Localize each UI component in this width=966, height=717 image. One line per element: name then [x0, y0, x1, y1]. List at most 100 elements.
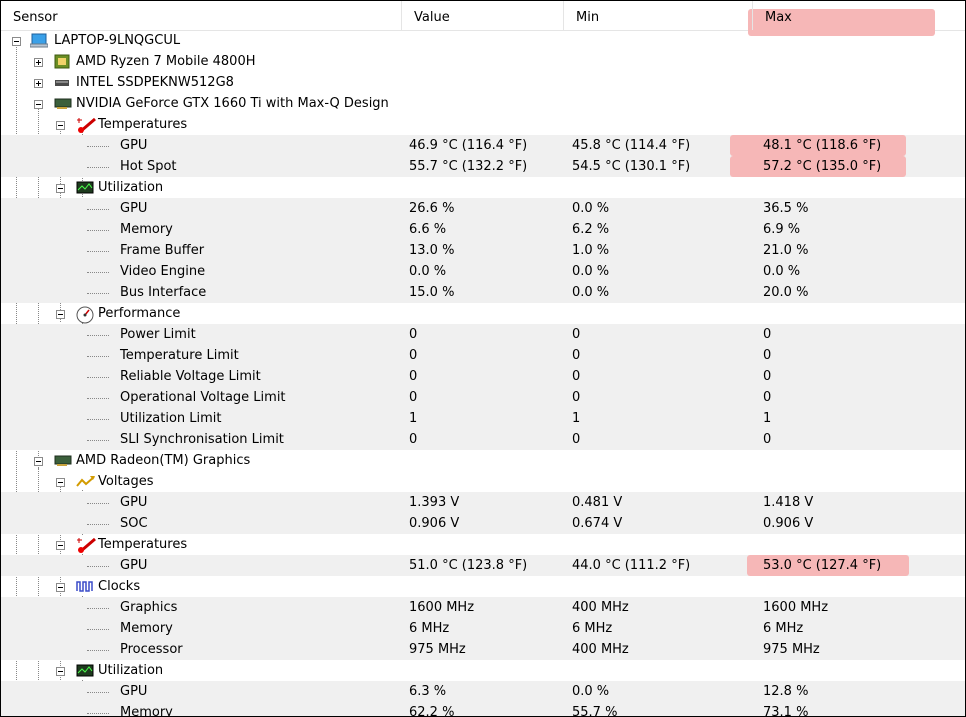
sensor-row[interactable]: Graphics 1600 MHz 400 MHz 1600 MHz [1, 597, 965, 618]
sensor-label: Voltages [98, 474, 154, 489]
sensor-row[interactable]: GPU 46.9 °C (116.4 °F) 45.8 °C (114.4 °F) 4… [1, 135, 965, 156]
tree-node[interactable]: Temperatures [1, 114, 965, 135]
graphics-card-icon [54, 96, 72, 111]
max-cell: 0 [763, 348, 772, 363]
max-cell: 0 [763, 432, 772, 447]
sensor-label: Memory [120, 621, 173, 636]
tree-node[interactable]: Voltages [1, 471, 965, 492]
max-cell: 57.2 °C (135.0 °F) [763, 159, 882, 174]
tree-branch-line [87, 398, 109, 399]
max-cell: 73.1 % [763, 705, 809, 717]
tree-branch-line [87, 503, 109, 504]
value-cell: 6.6 % [409, 222, 447, 237]
thermometer-icon [76, 117, 96, 133]
min-cell: 1.0 % [572, 243, 610, 258]
value-cell: 13.0 % [409, 243, 455, 258]
sensor-label: GPU [120, 138, 148, 153]
sensor-label: Clocks [98, 579, 141, 594]
sensor-row[interactable]: SLI Synchronisation Limit 0 0 0 [1, 429, 965, 450]
tree-node[interactable]: Utilization [1, 660, 965, 681]
sensor-label: Utilization [98, 663, 164, 678]
sensor-label: SOC [120, 516, 148, 531]
collapse-icon[interactable] [56, 667, 65, 676]
sensor-row[interactable]: Memory 62.2 % 55.7 % 73.1 % [1, 702, 965, 717]
tree-branch-line [87, 167, 109, 168]
sensor-label: GPU [120, 558, 148, 573]
tree-branch-line [87, 419, 109, 420]
tree-branch-line [87, 608, 109, 609]
value-cell: 0 [409, 369, 418, 384]
collapse-icon[interactable] [56, 541, 65, 550]
min-cell: 0.0 % [572, 264, 610, 279]
header-sensor[interactable]: Sensor [1, 1, 402, 30]
sensor-row[interactable]: Memory 6 MHz 6 MHz 6 MHz [1, 618, 965, 639]
sensor-row[interactable]: Operational Voltage Limit 0 0 0 [1, 387, 965, 408]
min-cell: 400 MHz [572, 642, 629, 657]
tree-node[interactable]: INTEL SSDPEKNW512G8 [1, 72, 965, 93]
sensor-row[interactable]: Power Limit 0 0 0 [1, 324, 965, 345]
voltage-icon [76, 474, 95, 489]
value-cell: 62.2 % [409, 705, 455, 717]
tree-node[interactable]: Temperatures [1, 534, 965, 555]
sensor-label: NVIDIA GeForce GTX 1660 Ti with Max-Q De… [76, 96, 389, 111]
tree-node[interactable]: Performance [1, 303, 965, 324]
collapse-icon[interactable] [56, 121, 65, 130]
sensor-label: Graphics [120, 600, 178, 615]
min-cell: 0 [572, 369, 581, 384]
tree-node[interactable]: AMD Ryzen 7 Mobile 4800H [1, 51, 965, 72]
tree-branch-line [87, 629, 109, 630]
header-value[interactable]: Value [402, 1, 564, 30]
collapse-icon[interactable] [56, 184, 65, 193]
sensor-row[interactable]: SOC 0.906 V 0.674 V 0.906 V [1, 513, 965, 534]
sensor-label: LAPTOP-9LNQGCUL [54, 33, 181, 48]
sensor-row[interactable]: Bus Interface 15.0 % 0.0 % 20.0 % [1, 282, 965, 303]
sensor-row[interactable]: GPU 6.3 % 0.0 % 12.8 % [1, 681, 965, 702]
tree-node[interactable]: Utilization [1, 177, 965, 198]
min-cell: 0.674 V [572, 516, 623, 531]
max-cell: 0 [763, 390, 772, 405]
sensor-row[interactable]: Video Engine 0.0 % 0.0 % 0.0 % [1, 261, 965, 282]
tree-branch-line [87, 692, 109, 693]
collapse-icon[interactable] [56, 478, 65, 487]
sensor-row[interactable]: Processor 975 MHz 400 MHz 975 MHz [1, 639, 965, 660]
sensor-label: Temperatures [98, 117, 188, 132]
sensor-row[interactable]: Hot Spot 55.7 °C (132.2 °F) 54.5 °C (130.1… [1, 156, 965, 177]
header-max[interactable]: Max [753, 1, 965, 30]
expand-icon[interactable] [34, 58, 43, 67]
max-cell: 0 [763, 327, 772, 342]
value-cell: 1.393 V [409, 495, 460, 510]
tree-branch-line [87, 272, 109, 273]
header-min[interactable]: Min [564, 1, 753, 30]
sensor-row[interactable]: Frame Buffer 13.0 % 1.0 % 21.0 % [1, 240, 965, 261]
sensor-row[interactable]: Memory 6.6 % 6.2 % 6.9 % [1, 219, 965, 240]
sensor-row[interactable]: GPU 1.393 V 0.481 V 1.418 V [1, 492, 965, 513]
sensor-label: GPU [120, 495, 148, 510]
sensor-row[interactable]: GPU 51.0 °C (123.8 °F) 44.0 °C (111.2 °F) 5… [1, 555, 965, 576]
tree-branch-line [87, 146, 109, 147]
tree-node[interactable]: AMD Radeon(TM) Graphics [1, 450, 965, 471]
tree-node[interactable]: NVIDIA GeForce GTX 1660 Ti with Max-Q De… [1, 93, 965, 114]
tree-branch-line [87, 377, 109, 378]
collapse-icon[interactable] [56, 310, 65, 319]
sensor-row[interactable]: GPU 26.6 % 0.0 % 36.5 % [1, 198, 965, 219]
sensor-row[interactable]: Temperature Limit 0 0 0 [1, 345, 965, 366]
collapse-icon[interactable] [12, 37, 21, 46]
value-cell: 975 MHz [409, 642, 466, 657]
tree-node[interactable]: Clocks [1, 576, 965, 597]
tree-node[interactable]: LAPTOP-9LNQGCUL [1, 30, 965, 51]
utilization-monitor-icon [76, 663, 94, 678]
collapse-icon[interactable] [56, 583, 65, 592]
collapse-icon[interactable] [34, 100, 43, 109]
expand-icon[interactable] [34, 79, 43, 88]
max-cell: 12.8 % [763, 684, 809, 699]
sensor-row[interactable]: Utilization Limit 1 1 1 [1, 408, 965, 429]
tree-branch-line [87, 524, 109, 525]
sensor-row[interactable]: Reliable Voltage Limit 0 0 0 [1, 366, 965, 387]
min-cell: 0.0 % [572, 285, 610, 300]
value-cell: 1 [409, 411, 418, 426]
collapse-icon[interactable] [34, 457, 43, 466]
value-cell: 0 [409, 327, 418, 342]
laptop-icon [29, 33, 49, 48]
tree-branch-line [87, 713, 109, 714]
max-cell: 0 [763, 369, 772, 384]
